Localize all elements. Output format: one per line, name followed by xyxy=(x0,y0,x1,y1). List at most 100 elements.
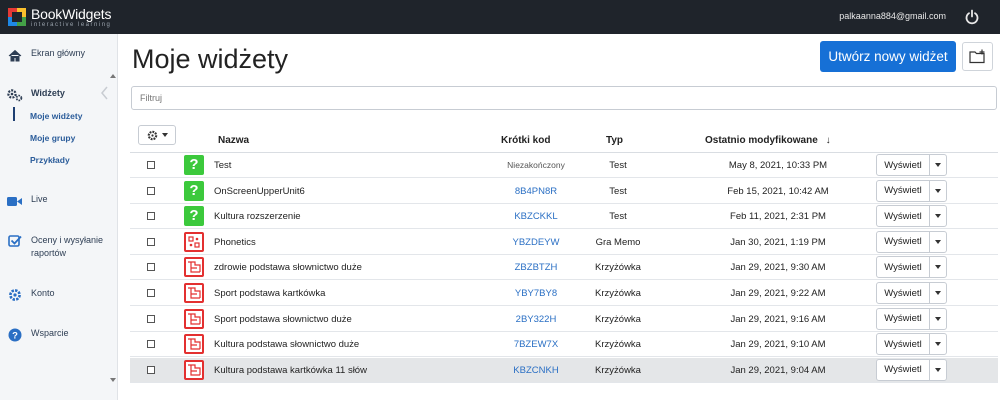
scroll-down-arrow-icon[interactable] xyxy=(110,378,116,382)
filter-input[interactable] xyxy=(131,86,997,110)
view-button[interactable]: Wyświetl xyxy=(876,154,930,176)
sidebar-subitem-my-groups[interactable]: Moje grupy xyxy=(30,133,75,143)
widget-type: Test xyxy=(609,211,627,223)
table-row[interactable]: Sport podstawa słownictwo duże 2BY322H Krz… xyxy=(130,307,998,332)
test-question-icon: ? xyxy=(184,180,204,201)
widget-name[interactable]: OnScreenUpperUnit6 xyxy=(214,186,305,197)
row-actions-dropdown-button[interactable] xyxy=(929,282,947,304)
view-button[interactable]: Wyświetl xyxy=(876,282,930,304)
table-row[interactable]: Phonetics YBZDEYW Gra Memo Jan 30, 2021, 1:… xyxy=(130,230,998,255)
widget-name[interactable]: Kultura rozszerzenie xyxy=(214,211,301,222)
row-actions-dropdown-button[interactable] xyxy=(929,179,947,202)
table-row[interactable]: ? Test Niezakończony Test May 8, 2021, 10:33… xyxy=(130,153,998,178)
column-header-type[interactable]: Typ xyxy=(606,135,623,146)
sidebar-item-label: Wsparcie xyxy=(31,328,69,338)
row-actions-dropdown-button[interactable] xyxy=(929,205,947,228)
sidebar-item-label: Ekran główny xyxy=(31,48,86,58)
bookwidgets-logo[interactable]: BookWidgets interactive learning xyxy=(8,7,111,28)
row-checkbox[interactable] xyxy=(147,314,155,323)
user-email[interactable]: palkaanna884@gmail.com xyxy=(839,11,946,21)
row-checkbox[interactable] xyxy=(147,263,155,272)
sidebar-item-label: Oceny i wysyłanie raportów xyxy=(31,235,104,258)
sidebar-subitem-my-widgets[interactable]: Moje widżety xyxy=(30,111,82,121)
row-checkbox[interactable] xyxy=(147,340,155,349)
settings-dropdown-button[interactable] xyxy=(138,125,176,145)
table-row[interactable]: Sport podstawa kartkówka YBY7BY8 Krzyżówka… xyxy=(130,281,998,306)
sidebar: Ekran główny Widżety Moje widżety Moje g… xyxy=(0,34,118,400)
modified-date: Jan 29, 2021, 9:04 AM xyxy=(730,364,826,376)
column-header-modified[interactable]: Ostatnio modyfikowane ↓ xyxy=(705,135,831,146)
short-code[interactable]: KBZCNKH xyxy=(486,365,586,376)
widget-type: Krzyżówka xyxy=(595,364,641,376)
table-row[interactable]: Kultura podstawa kartkówka 11 słów KBZCNK… xyxy=(130,357,998,383)
row-actions-dropdown-button[interactable] xyxy=(929,230,947,253)
chevron-down-icon xyxy=(935,163,941,167)
short-code[interactable]: 2BY322H xyxy=(486,314,586,325)
widget-type: Test xyxy=(609,160,627,171)
row-checkbox[interactable] xyxy=(147,161,155,169)
sidebar-item-support[interactable]: ? Wsparcie xyxy=(0,328,118,342)
column-header-name[interactable]: Nazwa xyxy=(218,135,249,146)
top-bar: BookWidgets interactive learning palkaan… xyxy=(0,0,1000,34)
view-button[interactable]: Wyświetl xyxy=(876,358,930,381)
modified-date: Jan 29, 2021, 9:30 AM xyxy=(730,262,826,274)
widget-name[interactable]: zdrowie podstawa słownictwo duże xyxy=(214,262,362,273)
row-actions-dropdown-button[interactable] xyxy=(929,154,947,176)
table-row[interactable]: ? OnScreenUpperUnit6 8B4PN8R Test Feb 15, 20… xyxy=(130,179,998,204)
view-button[interactable]: Wyświetl xyxy=(876,205,930,228)
short-code[interactable]: 8B4PN8R xyxy=(486,186,586,197)
view-button[interactable]: Wyświetl xyxy=(876,230,930,253)
row-actions-dropdown-button[interactable] xyxy=(929,358,947,381)
short-code[interactable]: YBZDEYW xyxy=(486,237,586,248)
row-checkbox[interactable] xyxy=(147,212,155,221)
chevron-down-icon xyxy=(935,316,941,321)
modified-date: Jan 29, 2021, 9:22 AM xyxy=(730,288,826,299)
sidebar-item-label: Live xyxy=(31,194,48,204)
chevron-down-icon xyxy=(161,133,168,137)
sidebar-item-home[interactable]: Ekran główny xyxy=(0,48,118,62)
power-icon[interactable] xyxy=(964,9,980,25)
table-row[interactable]: Kultura podstawa słownictwo duże 7BZEW7X K… xyxy=(130,332,998,358)
modified-date: Jan 29, 2021, 9:10 AM xyxy=(730,339,826,351)
svg-text:?: ? xyxy=(12,331,18,342)
new-folder-button[interactable] xyxy=(962,42,993,71)
scroll-up-arrow-icon[interactable] xyxy=(110,74,116,78)
view-button[interactable]: Wyświetl xyxy=(876,179,930,202)
sidebar-item-live[interactable]: Live xyxy=(0,194,118,208)
active-marker xyxy=(13,107,15,121)
modified-date: Jan 29, 2021, 9:16 AM xyxy=(730,313,826,325)
short-code[interactable]: ZBZBTZH xyxy=(486,262,586,273)
widget-name[interactable]: Kultura podstawa kartkówka 11 słów xyxy=(214,365,367,376)
widget-name[interactable]: Test xyxy=(214,160,231,171)
create-widget-button[interactable]: Utwórz nowy widżet xyxy=(820,41,956,72)
short-code: Niezakończony xyxy=(507,160,565,170)
sidebar-item-grades[interactable]: Oceny i wysyłanie raportów xyxy=(0,234,118,260)
row-actions-dropdown-button[interactable] xyxy=(929,333,947,356)
short-code[interactable]: YBY7BY8 xyxy=(486,288,586,299)
short-code[interactable]: 7BZEW7X xyxy=(486,339,586,350)
view-button[interactable]: Wyświetl xyxy=(876,333,930,356)
row-checkbox[interactable] xyxy=(147,186,155,195)
table-row[interactable]: ? Kultura rozszerzenie KBZCKKL Test Feb 11, … xyxy=(130,204,998,230)
widget-type: Test xyxy=(609,185,627,197)
row-actions-dropdown-button[interactable] xyxy=(929,307,947,330)
widget-name[interactable]: Sport podstawa słownictwo duże xyxy=(214,314,352,325)
row-checkbox[interactable] xyxy=(147,289,155,297)
column-header-code[interactable]: Krótki kod xyxy=(501,135,550,146)
logo-mark-icon xyxy=(8,8,26,26)
table-row[interactable]: zdrowie podstawa słownictwo duże ZBZBTZH K… xyxy=(130,255,998,281)
widget-name[interactable]: Sport podstawa kartkówka xyxy=(214,288,325,299)
widget-name[interactable]: Kultura podstawa słownictwo duże xyxy=(214,339,359,350)
sidebar-subitem-examples[interactable]: Przykłady xyxy=(30,155,70,165)
view-button[interactable]: Wyświetl xyxy=(876,256,930,279)
sidebar-item-account[interactable]: Konto xyxy=(0,288,118,302)
widget-name[interactable]: Phonetics xyxy=(214,237,256,248)
short-code[interactable]: KBZCKKL xyxy=(486,211,586,222)
sort-arrow-icon: ↓ xyxy=(825,135,831,146)
row-checkbox[interactable] xyxy=(147,365,155,374)
view-button[interactable]: Wyświetl xyxy=(876,307,930,330)
sidebar-item-widgets[interactable]: Widżety xyxy=(0,88,118,102)
row-checkbox[interactable] xyxy=(147,237,155,246)
row-actions-dropdown-button[interactable] xyxy=(929,256,947,279)
modified-date: May 8, 2021, 10:33 PM xyxy=(728,160,828,171)
